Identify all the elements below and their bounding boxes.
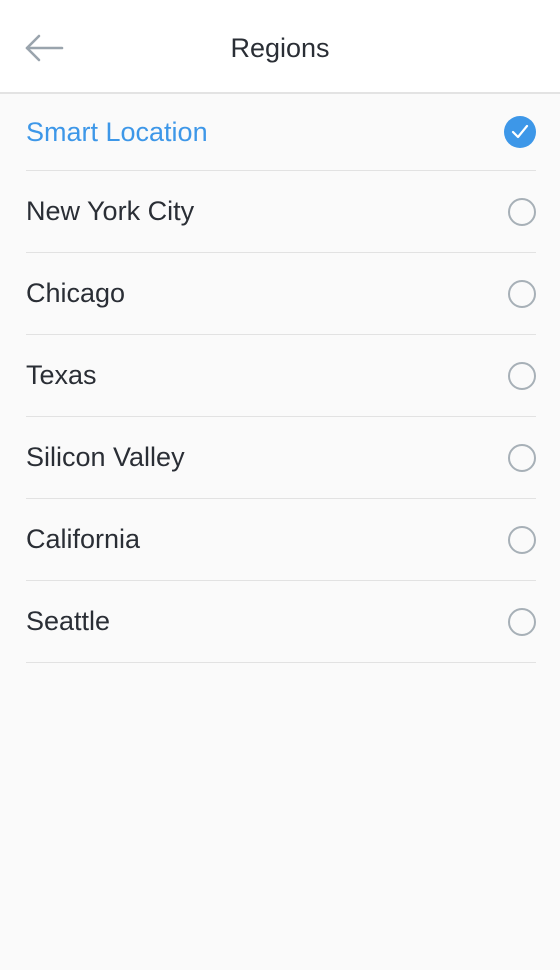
radio-icon[interactable]	[508, 279, 536, 308]
region-item-smart-location[interactable]: Smart Location	[26, 94, 536, 171]
radio-icon[interactable]	[508, 525, 536, 554]
region-label: Smart Location	[26, 116, 208, 147]
region-item-seattle[interactable]: Seattle	[26, 581, 536, 663]
checked-radio-icon[interactable]	[504, 116, 536, 148]
region-list: Smart Location New York City Chicago Tex…	[26, 94, 536, 663]
radio-icon[interactable]	[508, 607, 536, 636]
header-bar: Regions	[0, 0, 560, 94]
regions-screen: Regions Smart Location New York City Chi…	[0, 0, 560, 970]
region-item-new-york-city[interactable]: New York City	[26, 171, 536, 253]
region-label: Texas	[26, 360, 97, 390]
region-label: Seattle	[26, 606, 111, 636]
region-label: New York City	[26, 196, 195, 226]
region-label: Silicon Valley	[26, 442, 185, 472]
region-label: California	[26, 524, 141, 554]
radio-icon[interactable]	[508, 197, 536, 226]
region-item-silicon-valley[interactable]: Silicon Valley	[26, 417, 536, 499]
region-item-texas[interactable]: Texas	[26, 335, 536, 417]
region-label: Chicago	[26, 278, 126, 308]
region-item-california[interactable]: California	[26, 499, 536, 581]
page-title: Regions	[230, 33, 330, 63]
radio-icon[interactable]	[508, 361, 536, 390]
radio-icon[interactable]	[508, 443, 536, 472]
region-item-chicago[interactable]: Chicago	[26, 253, 536, 335]
